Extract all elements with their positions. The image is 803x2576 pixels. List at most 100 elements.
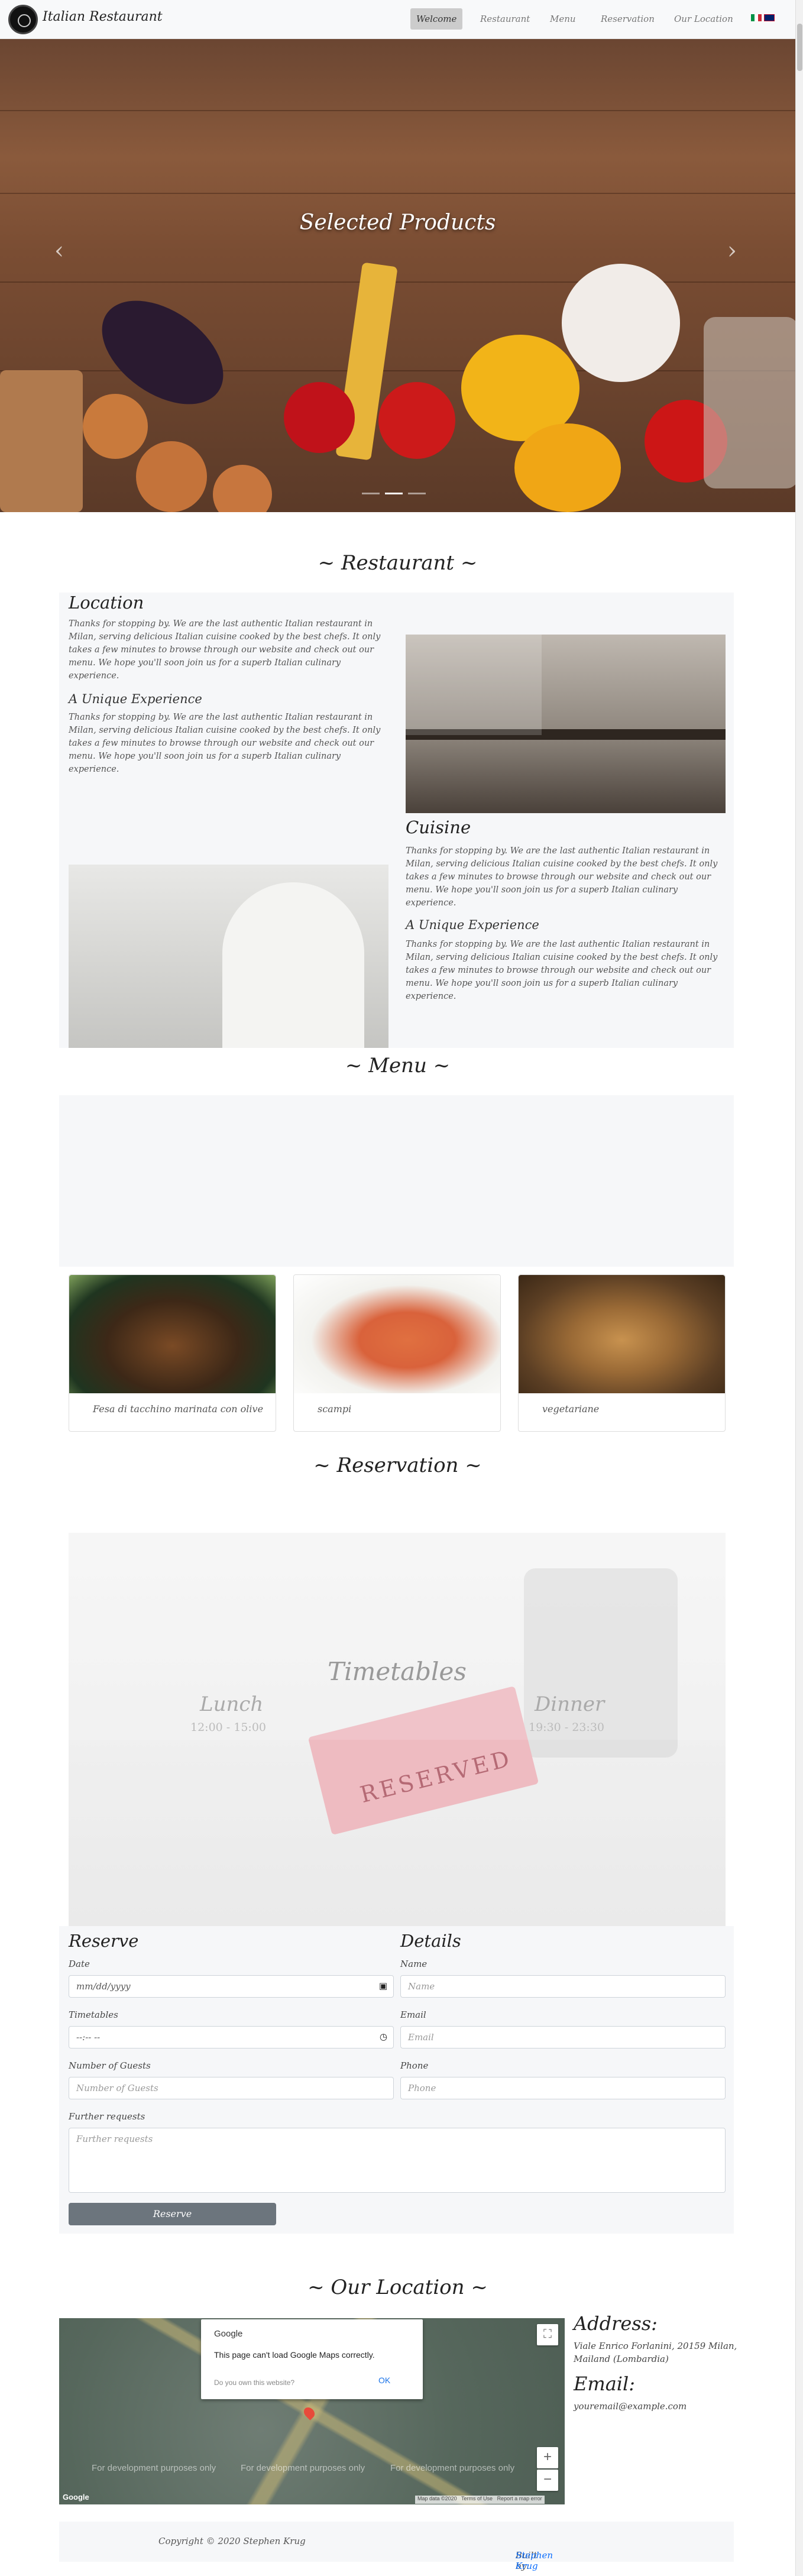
email-heading: Email: bbox=[574, 2373, 636, 2395]
timetables-heading: Timetables bbox=[328, 1657, 467, 1686]
google-map-logo: Google bbox=[63, 2493, 89, 2501]
navbar: Italian Restaurant Welcome Restaurant Me… bbox=[0, 0, 795, 39]
scrollbar[interactable] bbox=[795, 0, 803, 2576]
restaurant-section-title: ~ Restaurant ~ bbox=[318, 551, 478, 575]
onion-image bbox=[136, 441, 207, 512]
carousel-indicator-active[interactable] bbox=[385, 493, 403, 494]
unique-experience-text: Thanks for stopping by. We are the last … bbox=[406, 940, 718, 1001]
nav-restaurant[interactable]: Restaurant bbox=[474, 8, 536, 30]
guests-label: Number of Guests bbox=[69, 2060, 151, 2071]
pasta-pile-image bbox=[0, 370, 83, 512]
map-error-message: This page can't load Google Maps correct… bbox=[214, 2350, 375, 2360]
restaurant-interior-image bbox=[406, 635, 726, 813]
menu-card-caption: scampi bbox=[318, 1403, 352, 1415]
report-error-link[interactable]: Report a map error bbox=[497, 2496, 542, 2501]
logo-icon[interactable] bbox=[8, 5, 38, 34]
location-text: Thanks for stopping by. We are the last … bbox=[69, 619, 381, 681]
reservation-image: RESERVED Timetables Lunch 12:00 - 15:00 … bbox=[69, 1533, 726, 1926]
map-data-credit: Map data ©2020 bbox=[417, 2496, 457, 2501]
requests-textarea[interactable]: Further requests bbox=[69, 2128, 726, 2193]
date-input[interactable]: mm/dd/yyyy ▣ bbox=[69, 1975, 394, 1998]
phone-label: Phone bbox=[400, 2060, 429, 2071]
calendar-icon[interactable]: ▣ bbox=[379, 1980, 387, 1991]
olives-bowl-image bbox=[562, 264, 680, 382]
address-line-2: Mailand (Lombardia) bbox=[574, 2354, 669, 2364]
email-label: Email bbox=[400, 2009, 426, 2020]
map-dialog-ok-button[interactable]: OK bbox=[378, 2376, 390, 2385]
phone-input[interactable]: Phone bbox=[400, 2077, 726, 2099]
timetables-label: Timetables bbox=[69, 2009, 118, 2020]
brand-name[interactable]: Italian Restaurant bbox=[43, 9, 163, 24]
menu-card[interactable]: Fesa di tacchino marinata con olive bbox=[69, 1274, 276, 1432]
terms-link[interactable]: Terms of Use bbox=[461, 2496, 493, 2501]
menu-card[interactable]: scampi bbox=[293, 1274, 501, 1432]
own-website-link[interactable]: Do you own this website? bbox=[214, 2378, 294, 2387]
dev-watermark: For development purposes only bbox=[390, 2463, 515, 2473]
unique-experience-heading: A Unique Experience bbox=[406, 918, 539, 932]
author-link[interactable]: Stephen Krug bbox=[516, 2550, 553, 2571]
dinner-label: Dinner bbox=[535, 1692, 605, 1716]
cuisine-heading: Cuisine bbox=[406, 817, 471, 837]
reservation-section-title: ~ Reservation ~ bbox=[313, 1454, 482, 1477]
dinner-hours: 19:30 - 23:30 bbox=[529, 1721, 605, 1734]
address-heading: Address: bbox=[574, 2312, 658, 2335]
chevron-left-icon[interactable]: ‹ bbox=[54, 237, 64, 264]
onion-image bbox=[213, 465, 272, 512]
guests-input[interactable]: Number of Guests bbox=[69, 2077, 394, 2099]
lunch-hours: 12:00 - 15:00 bbox=[190, 1721, 267, 1734]
google-map[interactable]: Google This page can't load Google Maps … bbox=[59, 2318, 565, 2504]
name-input[interactable]: Name bbox=[400, 1975, 726, 1998]
carousel-indicator[interactable] bbox=[362, 493, 380, 494]
menu-card-image bbox=[519, 1275, 725, 1393]
dev-watermark: For development purposes only bbox=[241, 2463, 365, 2473]
onion-image bbox=[83, 394, 148, 459]
date-label: Date bbox=[69, 1959, 90, 1969]
menu-card[interactable]: vegetariane bbox=[518, 1274, 726, 1432]
details-heading: Details bbox=[400, 1931, 461, 1951]
time-input[interactable]: --:-- -- ◷ bbox=[69, 2026, 394, 2048]
nav-welcome[interactable]: Welcome bbox=[410, 8, 463, 30]
carousel-indicator[interactable] bbox=[408, 493, 426, 494]
italian-flag-icon[interactable] bbox=[751, 14, 762, 21]
nav-reservation[interactable]: Reservation bbox=[595, 8, 660, 30]
email-input[interactable]: Email bbox=[400, 2026, 726, 2048]
location-heading: Location bbox=[69, 593, 144, 613]
menu-panel bbox=[59, 1095, 734, 1267]
menu-section-title: ~ Menu ~ bbox=[345, 1054, 451, 1077]
yellow-pepper-image bbox=[514, 423, 621, 512]
hero-carousel: Selected Products ‹ › bbox=[0, 39, 795, 512]
nav-menu[interactable]: Menu bbox=[544, 8, 582, 30]
menu-card-image bbox=[294, 1275, 500, 1393]
scrollbar-thumb[interactable] bbox=[797, 24, 802, 71]
carousel-caption: Selected Products bbox=[299, 211, 496, 235]
unique-experience-heading: A Unique Experience bbox=[69, 692, 202, 706]
requests-label: Further requests bbox=[69, 2111, 145, 2122]
menu-card-caption: Fesa di tacchino marinata con olive bbox=[93, 1403, 264, 1415]
menu-card-caption: vegetariane bbox=[542, 1403, 600, 1415]
lunch-label: Lunch bbox=[200, 1692, 264, 1716]
address-line-1: Viale Enrico Forlanini, 20159 Milan, bbox=[574, 2341, 737, 2351]
tomato-image bbox=[378, 382, 455, 459]
pasta-jar-image bbox=[704, 317, 795, 488]
nav-our-location[interactable]: Our Location bbox=[668, 8, 739, 30]
reserve-button[interactable]: Reserve bbox=[69, 2203, 276, 2225]
clock-icon[interactable]: ◷ bbox=[380, 2031, 387, 2042]
chevron-right-icon[interactable]: › bbox=[727, 237, 737, 264]
menu-card-image bbox=[69, 1275, 276, 1393]
location-section-title: ~ Our Location ~ bbox=[307, 2276, 488, 2299]
unique-experience-text: Thanks for stopping by. We are the last … bbox=[69, 713, 381, 774]
zoom-out-button[interactable]: − bbox=[537, 2470, 558, 2491]
uk-flag-icon[interactable] bbox=[764, 14, 775, 21]
map-attribution: Map data ©2020 Terms of Use Report a map… bbox=[415, 2496, 545, 2504]
cuisine-text: Thanks for stopping by. We are the last … bbox=[406, 846, 718, 908]
footer: Copyright © 2020 Stephen Krug Built by: … bbox=[59, 2522, 734, 2571]
zoom-in-button[interactable]: + bbox=[537, 2447, 558, 2468]
reserve-heading: Reserve bbox=[69, 1931, 139, 1951]
name-label: Name bbox=[400, 1959, 428, 1969]
kitchen-image bbox=[69, 865, 388, 1048]
google-logo: Google bbox=[214, 2329, 243, 2339]
dev-watermark: For development purposes only bbox=[92, 2463, 216, 2473]
tomato-image bbox=[284, 382, 355, 453]
fullscreen-icon[interactable]: ⛶ bbox=[537, 2324, 558, 2345]
email-value[interactable]: youremail@example.com bbox=[574, 2401, 687, 2412]
